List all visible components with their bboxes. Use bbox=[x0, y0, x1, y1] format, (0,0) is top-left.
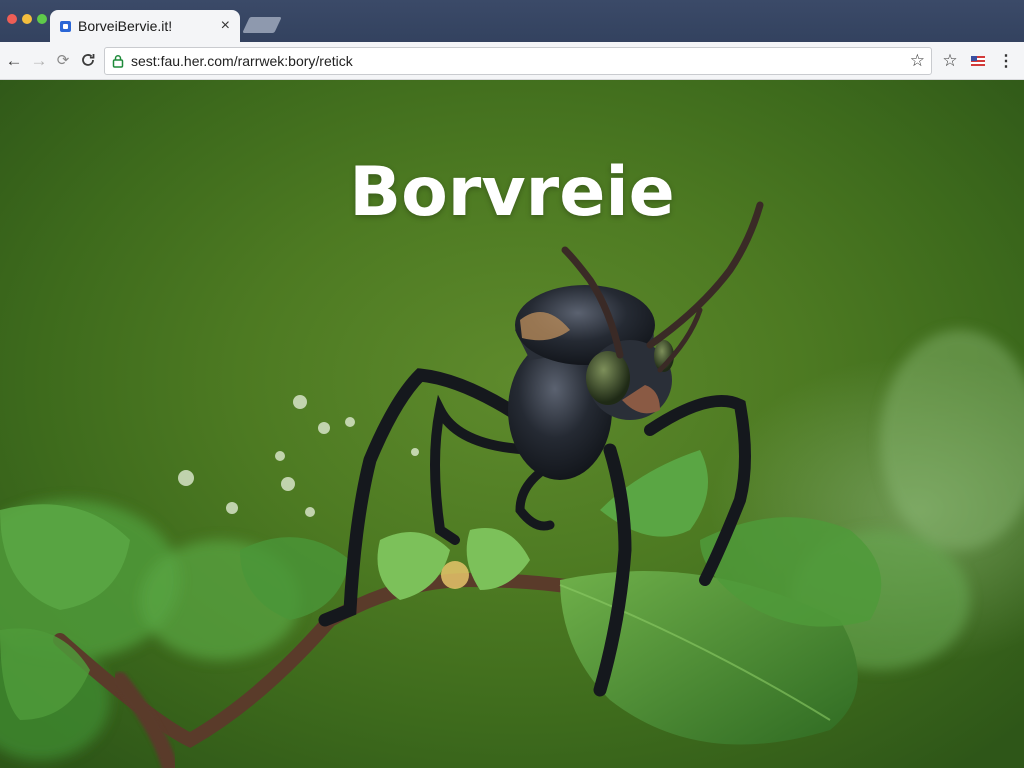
tab-title: BorveiBervie.it! bbox=[78, 18, 173, 34]
tab-active[interactable]: BorveiBervie.it! × bbox=[50, 10, 240, 42]
tab-close-icon[interactable]: × bbox=[221, 18, 230, 34]
favicon-icon bbox=[60, 20, 71, 32]
water-droplets bbox=[178, 395, 419, 517]
address-bar[interactable]: ☆ bbox=[104, 47, 932, 75]
window-maximize-button[interactable] bbox=[37, 14, 47, 24]
forward-button[interactable]: → bbox=[30, 51, 48, 69]
tab-strip: BorveiBervie.it! × bbox=[0, 0, 1024, 42]
menu-icon[interactable]: ⋮ bbox=[996, 51, 1016, 71]
page-title: Borvreie bbox=[349, 153, 675, 232]
reload-alt-icon[interactable]: ⟳ bbox=[54, 51, 72, 69]
back-button[interactable]: ← bbox=[5, 51, 23, 69]
window-close-button[interactable] bbox=[7, 14, 17, 24]
reload-icon bbox=[82, 54, 95, 66]
flag-icon bbox=[971, 56, 985, 66]
reload-button[interactable] bbox=[79, 51, 97, 69]
ant-body bbox=[508, 285, 674, 480]
lock-icon bbox=[112, 55, 124, 68]
new-tab-button[interactable] bbox=[242, 17, 282, 33]
window-minimize-button[interactable] bbox=[22, 14, 32, 24]
browser-toolbar: ← → ⟳ ☆ ☆ ⋮ bbox=[0, 42, 1024, 80]
bookmark-star-icon[interactable]: ☆ bbox=[910, 51, 925, 71]
page-content: Borvreie bbox=[0, 80, 1024, 768]
bookmarks-icon[interactable]: ☆ bbox=[940, 51, 960, 71]
flag-extension-icon[interactable] bbox=[968, 51, 988, 71]
url-input[interactable] bbox=[131, 53, 891, 69]
